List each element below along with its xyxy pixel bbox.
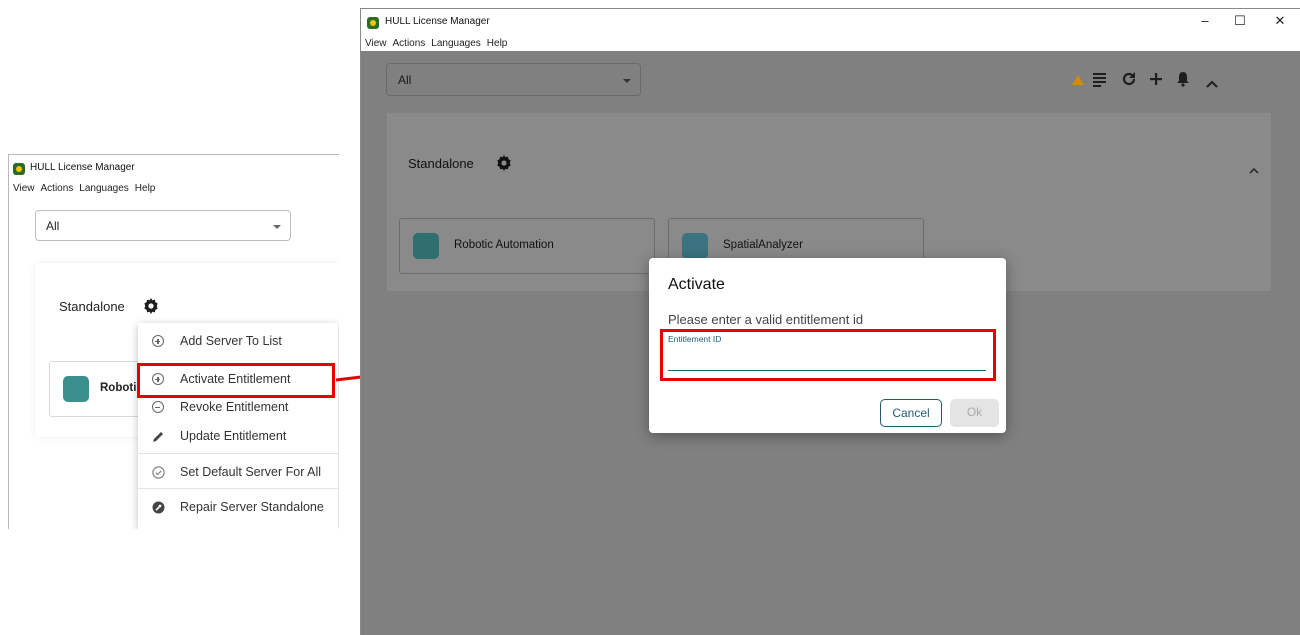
app-logo-icon bbox=[13, 163, 25, 175]
app-logo-icon bbox=[367, 17, 379, 29]
menu-item-set-default-server[interactable]: Set Default Server For All bbox=[138, 460, 338, 486]
chevron-down-icon bbox=[273, 225, 281, 229]
maximize-icon[interactable]: ☐ bbox=[1225, 13, 1255, 29]
main-filter-value: All bbox=[398, 73, 412, 87]
robotic-automation-logo-icon bbox=[413, 233, 439, 259]
context-menu: Add Server To List Activate Entitlement … bbox=[138, 323, 338, 529]
collapse-icon[interactable] bbox=[1206, 75, 1218, 93]
wrench-icon bbox=[152, 501, 166, 515]
menu-item-label: Revoke Entitlement bbox=[180, 400, 289, 414]
main-window-title: HULL License Manager bbox=[385, 16, 490, 27]
plus-circle-icon bbox=[152, 335, 166, 349]
dialog-title: Activate bbox=[668, 276, 725, 293]
minimize-icon[interactable]: – bbox=[1190, 13, 1220, 28]
list-icon[interactable] bbox=[1092, 71, 1107, 93]
chevron-down-icon bbox=[623, 79, 631, 83]
minus-circle-icon bbox=[152, 401, 166, 415]
highlight-activate-entitlement bbox=[137, 363, 335, 398]
ok-button[interactable]: Ok bbox=[950, 399, 999, 427]
dialog-message: Please enter a valid entitlement id bbox=[668, 312, 864, 327]
menu-item-label: Set Default Server For All bbox=[180, 465, 322, 479]
menu-view[interactable]: View bbox=[13, 183, 35, 194]
small-filter-select[interactable]: All bbox=[35, 210, 291, 241]
menu-item-revoke-entitlement[interactable]: Revoke Entitlement bbox=[138, 395, 338, 421]
small-filter-value: All bbox=[46, 219, 60, 233]
small-window-title: HULL License Manager bbox=[30, 162, 135, 173]
menu-actions[interactable]: Actions bbox=[393, 38, 426, 49]
menu-item-label: Repair Server Standalone bbox=[180, 500, 324, 514]
product-name: SpatialAnalyzer bbox=[723, 239, 803, 251]
bell-icon[interactable] bbox=[1176, 71, 1190, 92]
main-title-bar: HULL License Manager – ☐ ✕ bbox=[361, 9, 1300, 35]
menu-item-label: Update Entitlement bbox=[180, 429, 287, 443]
menu-divider bbox=[138, 453, 338, 454]
menu-item-update-entitlement[interactable]: Update Entitlement bbox=[138, 424, 338, 450]
menu-actions[interactable]: Actions bbox=[41, 183, 74, 194]
spatialanalyzer-logo-icon bbox=[682, 233, 708, 259]
main-filter-select[interactable]: All bbox=[386, 63, 641, 96]
cancel-button[interactable]: Cancel bbox=[880, 399, 942, 427]
check-circle-icon bbox=[152, 466, 166, 480]
gear-icon[interactable] bbox=[496, 155, 512, 171]
small-app-window: HULL License Manager View Actions Language… bbox=[8, 154, 339, 529]
collapse-group-icon[interactable] bbox=[1249, 161, 1259, 179]
menu-help[interactable]: Help bbox=[135, 183, 156, 194]
menu-help[interactable]: Help bbox=[487, 38, 508, 49]
main-menubar: View Actions Languages Help bbox=[361, 35, 1300, 51]
gear-icon[interactable] bbox=[143, 298, 159, 314]
menu-divider bbox=[138, 488, 338, 489]
menu-item-repair-server[interactable]: Repair Server Standalone bbox=[138, 495, 338, 521]
robotic-automation-logo-icon bbox=[63, 376, 89, 402]
main-group-title: Standalone bbox=[408, 156, 474, 171]
menu-item-add-server[interactable]: Add Server To List bbox=[138, 329, 338, 355]
product-card-robotic-automation[interactable]: Robotic Automation bbox=[399, 218, 655, 274]
small-menubar: View Actions Languages Help bbox=[13, 183, 161, 194]
refresh-icon[interactable] bbox=[1121, 71, 1137, 92]
add-icon[interactable] bbox=[1148, 71, 1164, 92]
menu-languages[interactable]: Languages bbox=[431, 38, 481, 49]
pencil-icon bbox=[152, 430, 166, 444]
small-product-name: Roboti bbox=[100, 382, 137, 394]
close-icon[interactable]: ✕ bbox=[1265, 13, 1295, 29]
menu-view[interactable]: View bbox=[365, 38, 387, 49]
menu-languages[interactable]: Languages bbox=[79, 183, 129, 194]
menu-item-label: Add Server To List bbox=[180, 334, 282, 348]
small-title-bar: HULL License Manager bbox=[9, 155, 339, 181]
warning-icon[interactable] bbox=[1072, 75, 1084, 85]
highlight-entitlement-field bbox=[660, 329, 996, 381]
product-name: Robotic Automation bbox=[454, 239, 554, 251]
small-group-title: Standalone bbox=[59, 299, 125, 314]
